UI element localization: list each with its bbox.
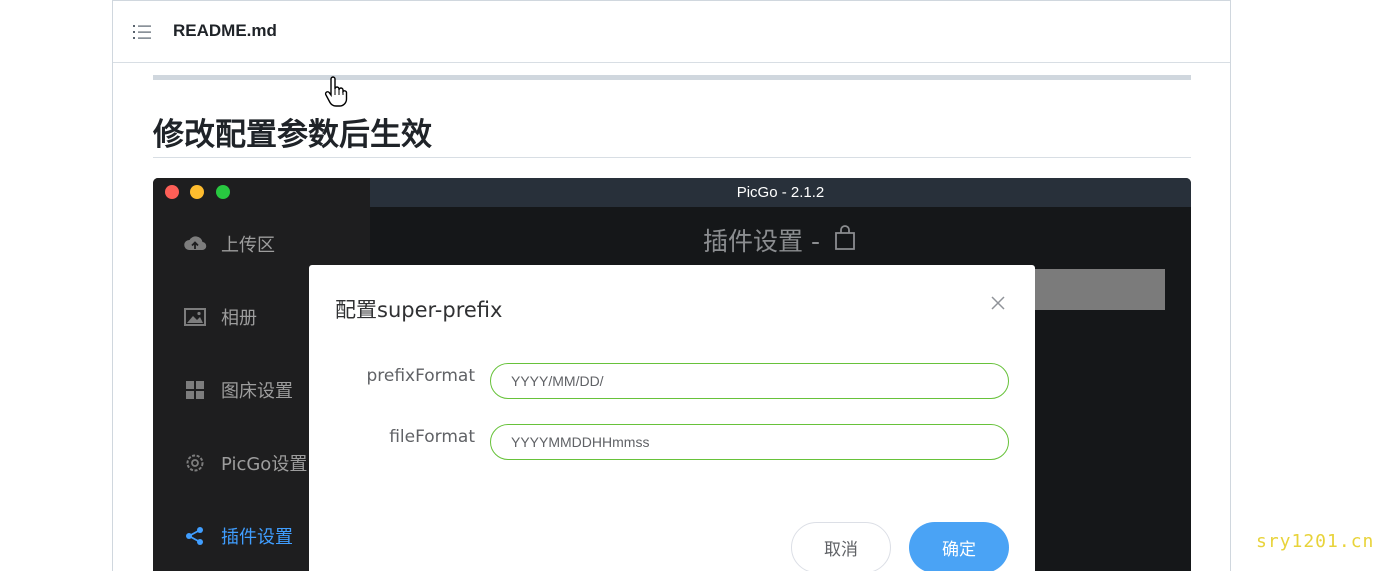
share-icon (186, 527, 203, 545)
hand-pointer-cursor-icon (324, 76, 348, 107)
image-icon (184, 308, 206, 326)
dialog-title: 配置super-prefix (335, 298, 503, 322)
file-format-label: fileFormat (389, 427, 475, 447)
readme-header: README.md (113, 1, 1230, 63)
grid-icon (186, 381, 204, 399)
sidebar-item-label: 上传区 (221, 235, 275, 256)
page: README.md 修改配置参数后生效 PicGo - 2.1.2 插件设置 - (0, 0, 1377, 571)
section-heading: 修改配置参数后生效 (153, 117, 432, 153)
sidebar-item-plugin-settings[interactable]: 插件设置 (183, 522, 293, 550)
sidebar-item-upload[interactable]: 上传区 (183, 230, 275, 258)
sidebar-item-picgo-settings[interactable]: PicGo设置 (183, 449, 307, 477)
horizontal-rule (153, 75, 1191, 80)
sidebar-item-label: PicGo设置 (221, 454, 308, 475)
cloud-upload-icon (184, 236, 207, 251)
table-of-contents-icon[interactable] (133, 24, 151, 40)
close-icon[interactable] (989, 294, 1007, 312)
cancel-button[interactable]: 取消 (791, 522, 891, 571)
gear-icon (186, 454, 204, 472)
heading-underline (153, 157, 1191, 158)
sidebar-item-image-host-settings[interactable]: 图床设置 (183, 376, 293, 404)
config-dialog: 配置super-prefix prefixFormat fileFormat 取… (309, 265, 1035, 571)
sidebar-item-label: 图床设置 (221, 381, 293, 402)
readme-filename: README.md (173, 21, 277, 40)
sidebar-item-album[interactable]: 相册 (183, 303, 257, 331)
file-format-input[interactable] (490, 424, 1009, 460)
shopping-bag-icon (835, 225, 855, 250)
prefix-format-input[interactable] (490, 363, 1009, 399)
sidebar-item-label: 相册 (221, 308, 257, 329)
plugin-card-placeholder (1033, 269, 1165, 310)
maximize-window-dot (216, 185, 230, 199)
minimize-window-dot (190, 185, 204, 199)
watermark: sry1201.cn (1256, 531, 1375, 552)
sidebar-item-label: 插件设置 (221, 527, 293, 548)
prefix-format-label: prefixFormat (366, 366, 475, 386)
app-page-title: 插件设置 - (703, 227, 820, 256)
confirm-button[interactable]: 确定 (909, 522, 1009, 571)
app-window-title: PicGo - 2.1.2 (736, 184, 825, 201)
close-window-dot (165, 185, 179, 199)
